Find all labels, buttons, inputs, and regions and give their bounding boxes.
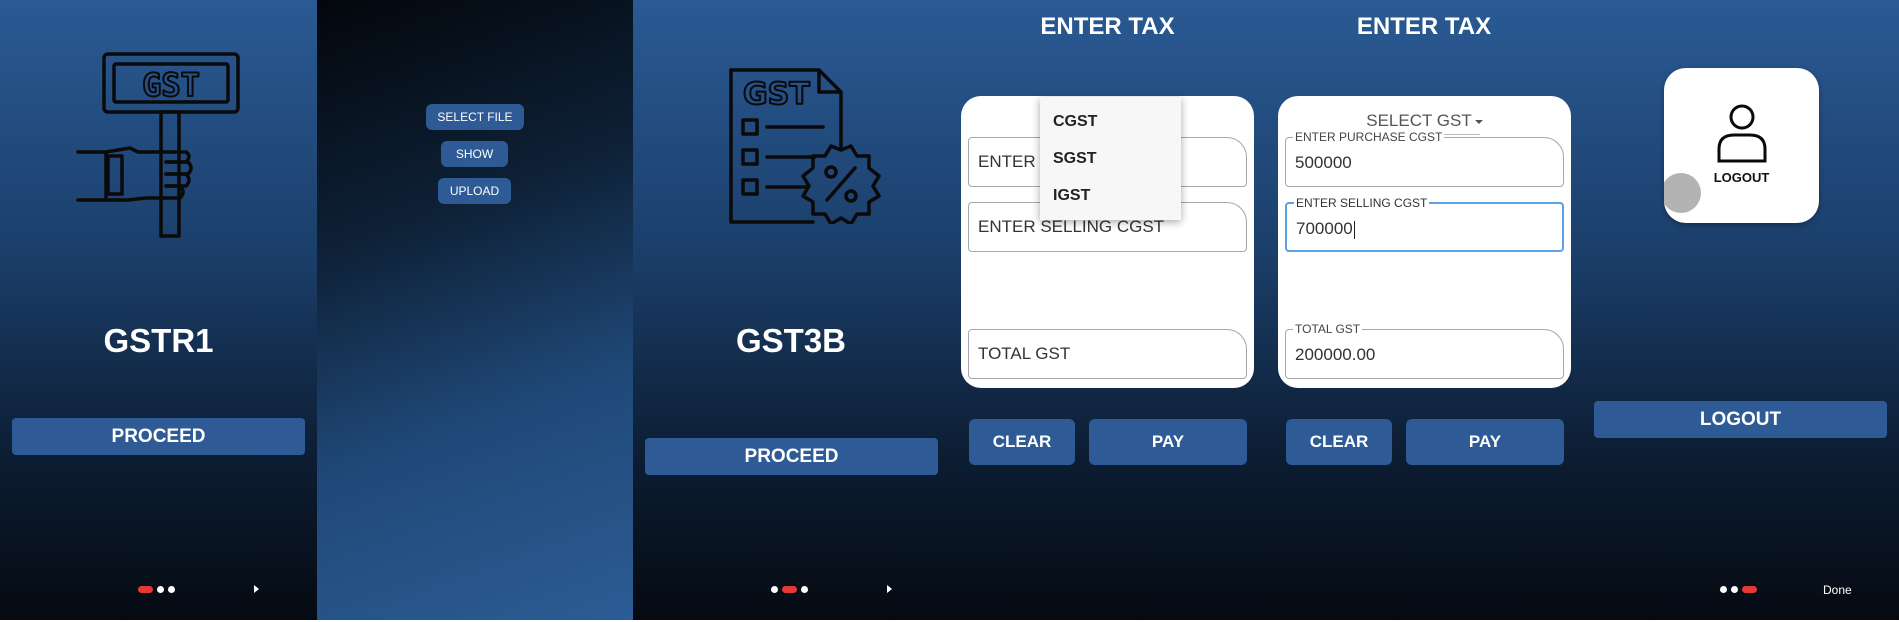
logout-button[interactable]: LOGOUT	[1594, 401, 1887, 438]
enter-tax-filled-screen: ENTER TAX SELECT GST ENTER PURCHASE CGST…	[1266, 0, 1582, 620]
gst3b-screen: GST GST3B PROCEED	[633, 0, 949, 620]
pay-button[interactable]: PAY	[1089, 419, 1247, 465]
logout-card-label: LOGOUT	[1713, 170, 1770, 185]
svg-text:GST: GST	[743, 77, 810, 112]
page-indicator	[771, 584, 808, 594]
page-dot	[1731, 585, 1738, 593]
proceed-button[interactable]: PROCEED	[645, 438, 938, 475]
page-dot	[771, 585, 778, 593]
total-gst-field[interactable]: TOTAL GST 200000.00	[1285, 322, 1564, 379]
selling-cgst-value: 700000	[1296, 219, 1353, 238]
upload-button[interactable]: UPLOAD	[438, 178, 511, 204]
proceed-button[interactable]: PROCEED	[12, 418, 305, 455]
text-caret	[1353, 220, 1355, 239]
page-title: ENTER TAX	[1356, 13, 1492, 40]
pay-button[interactable]: PAY	[1406, 419, 1564, 465]
purchase-cgst-field[interactable]: ENTER PURCHASE CGST 500000	[1285, 130, 1564, 187]
page-dot	[1720, 585, 1727, 593]
page-indicator	[1720, 584, 1757, 594]
dropdown-option-igst[interactable]: IGST	[1053, 187, 1090, 205]
tax-form-card: ENTER P ENTER SELLING CGST TOTAL GST CGS…	[961, 96, 1254, 388]
show-button[interactable]: SHOW	[441, 141, 508, 167]
purchase-cgst-label: ENTER PURCHASE CGST	[1293, 130, 1445, 144]
selling-cgst-field[interactable]: ENTER SELLING CGST 700000	[1285, 196, 1564, 252]
svg-text:GST: GST	[142, 66, 200, 104]
dropdown-option-sgst[interactable]: SGST	[1053, 150, 1097, 168]
logout-card[interactable]: LOGOUT	[1664, 68, 1819, 223]
total-gst-value: 200000.00	[1295, 345, 1376, 364]
total-gst-field[interactable]: TOTAL GST	[968, 329, 1247, 379]
page-indicator	[138, 584, 175, 594]
gst-sign-icon: GST	[76, 52, 240, 238]
tax-form-card: SELECT GST ENTER PURCHASE CGST 500000 EN…	[1278, 96, 1571, 388]
next-arrow-icon[interactable]	[254, 585, 259, 593]
purchase-cgst-value: 500000	[1295, 153, 1352, 172]
clear-button[interactable]: CLEAR	[1286, 419, 1392, 465]
gst-type-dropdown-menu: CGST SGST IGST	[1040, 97, 1181, 220]
page-title: ENTER TAX	[1040, 13, 1175, 40]
page-title: GSTR1	[103, 322, 214, 359]
page-dot-active	[1742, 585, 1757, 593]
page-dot-active	[138, 585, 153, 593]
dropdown-option-cgst[interactable]: CGST	[1053, 113, 1097, 131]
page-dot	[157, 585, 164, 593]
page-dot	[801, 585, 808, 593]
enter-tax-screen: ENTER TAX ENTER P ENTER SELLING CGST TOT…	[949, 0, 1266, 620]
clear-button[interactable]: CLEAR	[969, 419, 1075, 465]
gstr1-screen: GST GSTR1 PROCEED	[0, 0, 317, 620]
select-gst-label: SELECT GST	[1366, 111, 1472, 130]
done-button[interactable]: Done	[1823, 583, 1852, 597]
person-icon	[1717, 104, 1767, 163]
select-gst-dropdown[interactable]: SELECT GST	[1278, 111, 1571, 135]
gst-document-icon: GST	[729, 68, 881, 224]
total-gst-label: TOTAL GST	[1293, 322, 1363, 336]
dropdown-arrow-icon	[1474, 119, 1483, 124]
page-dot-active	[782, 585, 797, 593]
page-dot	[168, 585, 175, 593]
page-title: GST3B	[735, 322, 847, 359]
upload-screen: SELECT FILE SHOW UPLOAD	[317, 0, 633, 620]
logout-screen: LOGOUT LOGOUT Done	[1582, 0, 1899, 620]
select-file-button[interactable]: SELECT FILE	[426, 104, 524, 130]
selling-cgst-label: ENTER SELLING CGST	[1294, 196, 1430, 210]
next-arrow-icon[interactable]	[887, 585, 892, 593]
